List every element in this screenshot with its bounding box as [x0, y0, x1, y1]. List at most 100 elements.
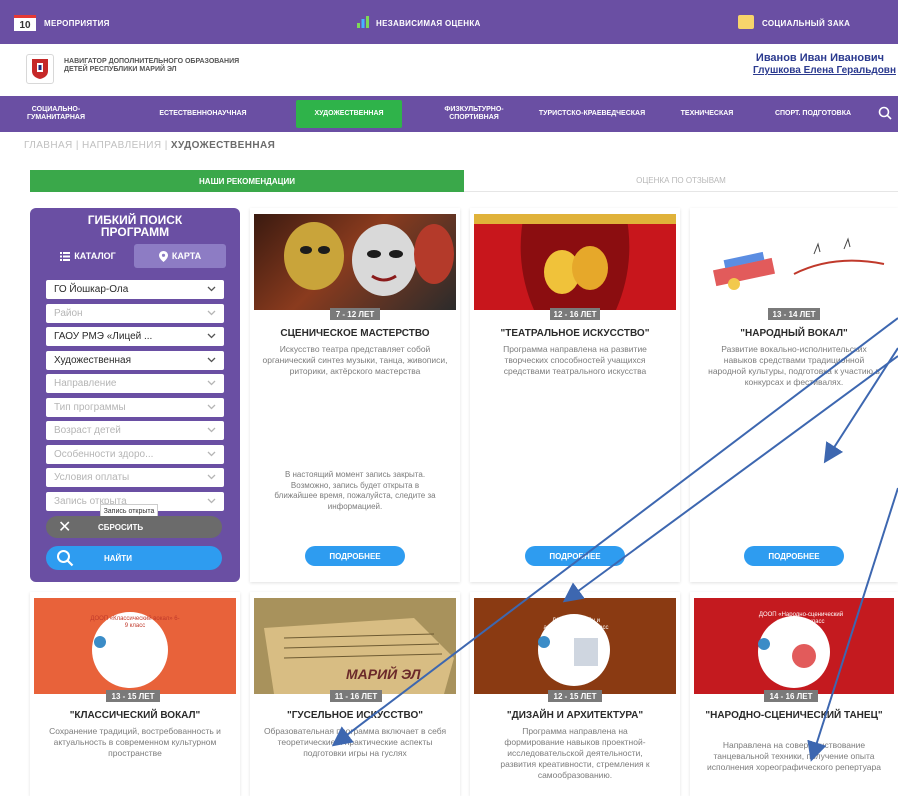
logo[interactable] [26, 54, 54, 84]
search-icon[interactable] [878, 106, 892, 120]
filter-select[interactable]: Условия оплаты [46, 468, 224, 487]
chevron-down-icon [207, 310, 216, 315]
filter-select[interactable]: Тип программы [46, 397, 224, 417]
card-image-vocal [34, 598, 236, 694]
reset-button[interactable]: ✕ Сбросить [46, 516, 222, 538]
card-description: Программа направлена на формирование нав… [500, 726, 650, 780]
program-card[interactable]: ДООП «Классический вокал» 6-9 класс 13 -… [30, 592, 240, 796]
filter-select-value: Район [54, 307, 83, 319]
filter-select-value: Тип программы [54, 401, 126, 413]
filter-select[interactable]: ГО Йошкар-Ола [46, 280, 224, 299]
card-title[interactable]: "Народно-сценический танец" [694, 710, 894, 722]
card-title[interactable]: "Классический вокал" [34, 710, 236, 722]
catalog-toggle[interactable]: Каталог [44, 244, 132, 268]
map-label: Карта [171, 251, 202, 261]
program-card[interactable]: ДООП «Народно-сценический танец» 6-9 кла… [690, 592, 898, 796]
site-header: Навигатор дополнительного образования де… [0, 44, 898, 96]
map-toggle[interactable]: Карта [134, 244, 226, 268]
events-link[interactable]: Мероприятия [44, 19, 110, 28]
details-button[interactable]: Подробнее [525, 546, 625, 566]
filter-select[interactable]: Возраст детей [46, 421, 224, 440]
nav-item-sport-training[interactable]: Спорт. подготовка [764, 100, 862, 128]
nav-item-science[interactable]: Естественнонаучная [138, 100, 268, 128]
search-icon [57, 550, 74, 567]
details-button[interactable]: Подробнее [744, 546, 844, 566]
filter-select-value: Условия оплаты [54, 472, 130, 483]
card-description: Образовательная программа включает в себ… [263, 726, 447, 758]
card-title[interactable]: Сценическое мастерство [254, 328, 456, 340]
stage-curtain-image [474, 214, 676, 310]
breadcrumb-directions[interactable]: Направления [82, 140, 161, 151]
nav-item-art[interactable]: Художественная [296, 100, 402, 128]
chevron-down-icon [207, 427, 216, 433]
breadcrumb: Главная | Направления | Художественная [24, 140, 275, 151]
nav-item-tourism[interactable]: Туристско-краеведческая [534, 100, 650, 128]
social-order-link[interactable]: Социальный зака [762, 19, 850, 28]
filter-select-value: ГАОУ РМЭ «Лицей ... [54, 331, 153, 342]
filter-select-value: Возраст детей [54, 425, 121, 436]
chevron-down-icon [207, 357, 216, 362]
card-description: Программа направлена на развитие творчес… [503, 344, 647, 376]
filter-select[interactable]: Художественная [46, 350, 224, 370]
card-title[interactable]: "Народный вокал" [694, 328, 894, 340]
site-title[interactable]: Навигатор дополнительного образования де… [64, 58, 264, 74]
filter-select-value: Художественная [54, 354, 132, 366]
breadcrumb-separator: | [164, 140, 168, 151]
age-badge: 12 - 16 лет [550, 308, 600, 320]
card-description: Развитие вокально-исполнительских навыко… [708, 344, 880, 387]
filter-title: Гибкий поиск программ [87, 213, 183, 239]
chevron-down-icon [207, 451, 216, 456]
card-image-masks [254, 214, 456, 310]
program-card[interactable]: 13 - 14 лет "Народный вокал" Развитие во… [690, 208, 898, 582]
card-image-caption: МАРИЙ ЭЛ [346, 666, 421, 682]
calendar-icon[interactable]: 10 [14, 15, 36, 31]
card-image-caption: ДООП «Дизайн и архитектура» 6-9 класс [543, 618, 609, 631]
filter-select-value: ГО Йошкар-Ола [54, 284, 129, 295]
nav-item-sport[interactable]: Физкультурно-спортивная [424, 100, 524, 128]
program-card[interactable]: 12 - 16 лет "Театральное искусство" Прог… [470, 208, 680, 582]
card-description: Направлена на совершенствование танцевал… [707, 740, 881, 772]
enrollment-note: В настоящий момент запись закрыта. Возмо… [274, 470, 436, 511]
catalog-label: Каталог [74, 251, 116, 261]
find-button[interactable]: Найти [46, 546, 222, 570]
card-description: Искусство театра представляет собой орга… [262, 344, 448, 376]
filter-select[interactable]: Направление [46, 374, 224, 393]
card-image-design [474, 598, 676, 694]
independent-assessment-link[interactable]: Независимая оценка [376, 19, 481, 28]
filter-select[interactable]: ГАОУ РМЭ «Лицей ... [46, 327, 224, 346]
tab-reviews[interactable]: Оценка по отзывам [464, 170, 898, 192]
theatre-masks-image [284, 222, 454, 296]
classic-vocal-image [34, 598, 236, 694]
chevron-down-icon [207, 286, 216, 292]
user-child-link[interactable]: Глушкова Елена Геральдовн [753, 65, 896, 76]
program-card[interactable]: 7 - 12 лет Сценическое мастерство Искусс… [250, 208, 460, 582]
program-card[interactable]: МАРИЙ ЭЛ 11 - 16 лет "Гусельное искусств… [250, 592, 460, 796]
card-description: Сохранение традиций, востребованность и … [49, 726, 221, 758]
filter-select-value: Направление [54, 378, 117, 389]
nav-item-social[interactable]: Социально-гуманитарная [10, 100, 102, 128]
age-badge: 13 - 14 лет [768, 308, 820, 320]
breadcrumb-home[interactable]: Главная [24, 140, 73, 151]
user-name[interactable]: Иванов Иван Иванович [756, 52, 884, 64]
social-order-icon [738, 15, 754, 29]
map-pin-icon [158, 250, 168, 262]
design-architecture-image [474, 598, 676, 694]
age-badge: 13 - 15 лет [106, 690, 160, 702]
filter-select[interactable]: Особенности здоро... [46, 444, 224, 464]
card-title[interactable]: "Гусельное искусство" [254, 710, 456, 722]
age-badge: 14 - 16 лет [764, 690, 818, 702]
card-title[interactable]: "Театральное искусство" [474, 328, 676, 340]
card-title[interactable]: "Дизайн и архитектура" [474, 710, 676, 722]
nav-item-technical[interactable]: Техническая [664, 100, 750, 128]
list-icon [60, 251, 71, 261]
close-icon: ✕ [58, 519, 72, 536]
age-badge: 11 - 16 лет [330, 690, 382, 702]
program-card[interactable]: ДООП «Дизайн и архитектура» 6-9 класс 12… [470, 592, 680, 796]
chevron-down-icon [207, 333, 216, 339]
chart-icon [357, 16, 369, 28]
folk-instruments-image [712, 237, 885, 290]
coat-of-arms-icon [32, 59, 48, 79]
tab-recommendations[interactable]: Наши рекомендации [30, 170, 464, 192]
details-button[interactable]: Подробнее [305, 546, 405, 566]
filter-select[interactable]: Район [46, 303, 224, 323]
